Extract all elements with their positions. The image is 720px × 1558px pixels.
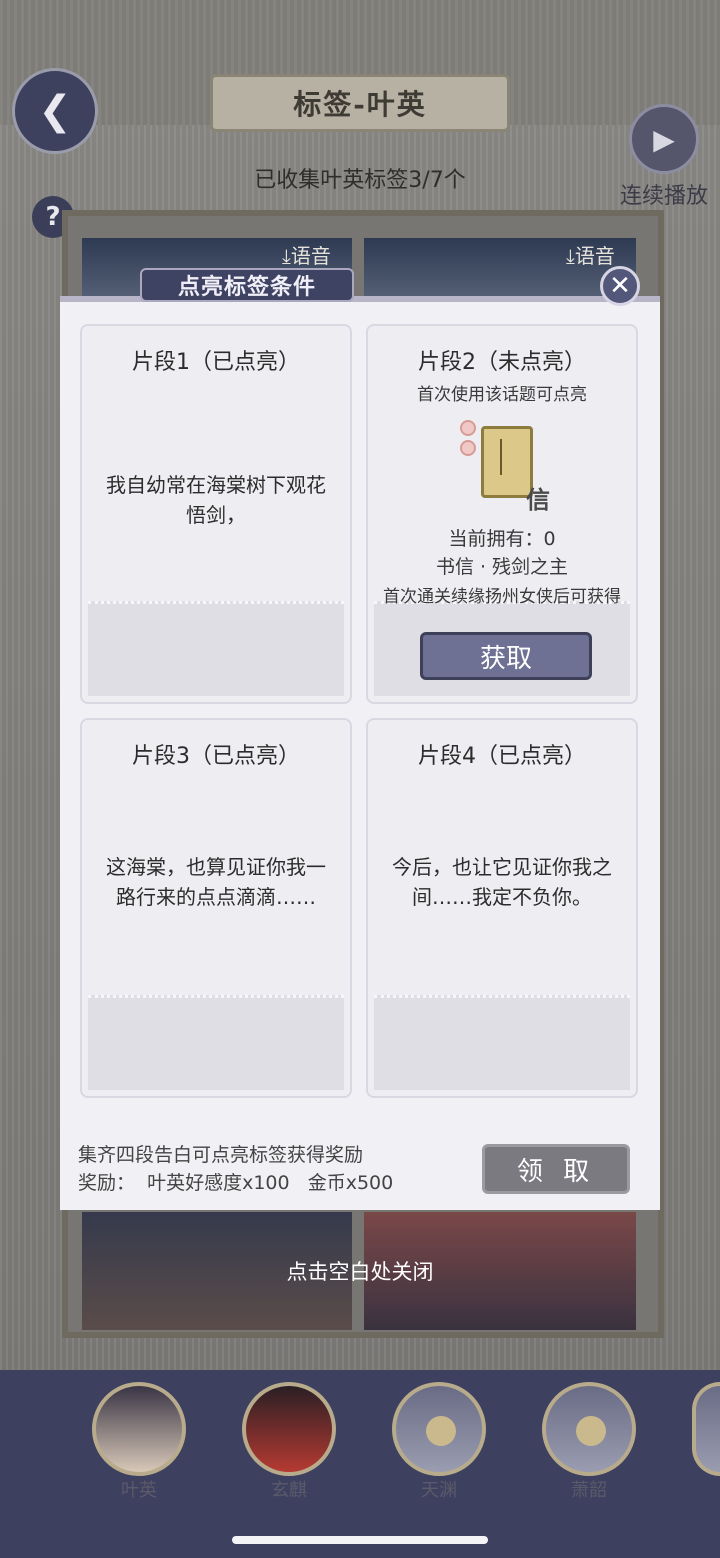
segment-heading: 片段1（已点亮） [132,350,300,375]
character-name: 玄麒 [271,1480,307,1501]
item-source: 首次通关续缘扬州女侠后可获得 [383,587,621,607]
segment-card-3: 片段3（已点亮） 这海棠，也算见证你我一路行来的点点滴滴…… [80,718,352,1098]
page-title: 标签-叶英 [210,74,510,132]
reward-details: 奖励： 叶英好感度x100 金币x500 [78,1172,394,1194]
reward-hint: 集齐四段告白可点亮标签获得奖励 [78,1144,364,1166]
modal-title: 点亮标签条件 [140,268,354,302]
character-avatar-tianyuan[interactable] [392,1382,486,1476]
character-name: 天渊 [421,1480,457,1501]
voice-button-2[interactable]: ⤓语音 [566,240,615,269]
segment-card-2: 片段2（未点亮） 首次使用该话题可点亮 信 当前拥有：0 书信 · 残剑之主 首… [366,324,638,704]
character-avatar-xuanqi[interactable] [242,1382,336,1476]
segment-heading: 片段3（已点亮） [132,744,300,769]
voice-label: 语音 [290,244,331,268]
collect-status: 已收集叶英标签3/7个 [254,168,466,193]
character-name: 叶英 [121,1480,157,1501]
lock-icon [576,1416,606,1446]
voice-button-1[interactable]: ⤓语音 [282,240,331,269]
segment-card-1: 片段1（已点亮） 我自幼常在海棠树下观花悟剑， [80,324,352,704]
character-avatar-xiaoshao[interactable] [542,1382,636,1476]
back-arrow-icon: ❮ [38,88,72,134]
character-name: 萧韶 [571,1480,607,1501]
character-avatar-partial[interactable] [692,1382,720,1476]
unlock-hint: 首次使用该话题可点亮 [417,385,587,405]
claim-button[interactable]: 领 取 [482,1144,630,1194]
close-icon: ✕ [609,271,631,301]
owned-count: 当前拥有：0 [448,528,556,550]
download-icon: ⤓ [566,244,575,268]
home-indicator[interactable] [232,1536,488,1544]
segment-heading: 片段4（已点亮） [418,744,586,769]
download-icon: ⤓ [282,244,291,268]
topic-dots-icon [460,420,476,460]
voice-label: 语音 [574,244,615,268]
back-button[interactable]: ❮ [12,68,98,154]
autoplay-button[interactable]: ▶ 连续播放 [614,104,714,210]
segment-text: 今后，也让它见证你我之间……我定不负你。 [392,855,612,909]
obtain-button[interactable]: 获取 [420,632,592,680]
character-avatar-yeying[interactable] [92,1382,186,1476]
close-hint[interactable]: 点击空白处关闭 [0,1256,720,1286]
segment-heading: 片段2（未点亮） [418,350,586,375]
item-type-char: 信 [526,486,550,514]
modal-close-button[interactable]: ✕ [600,266,640,306]
segment-text: 这海棠，也算见证你我一路行来的点点滴滴…… [106,855,326,909]
segment-text: 我自幼常在海棠树下观花悟剑， [106,473,326,527]
lock-icon [426,1416,456,1446]
item-name: 书信 · 残剑之主 [435,556,569,578]
segment-card-4: 片段4（已点亮） 今后，也让它见证你我之间……我定不负你。 [366,718,638,1098]
